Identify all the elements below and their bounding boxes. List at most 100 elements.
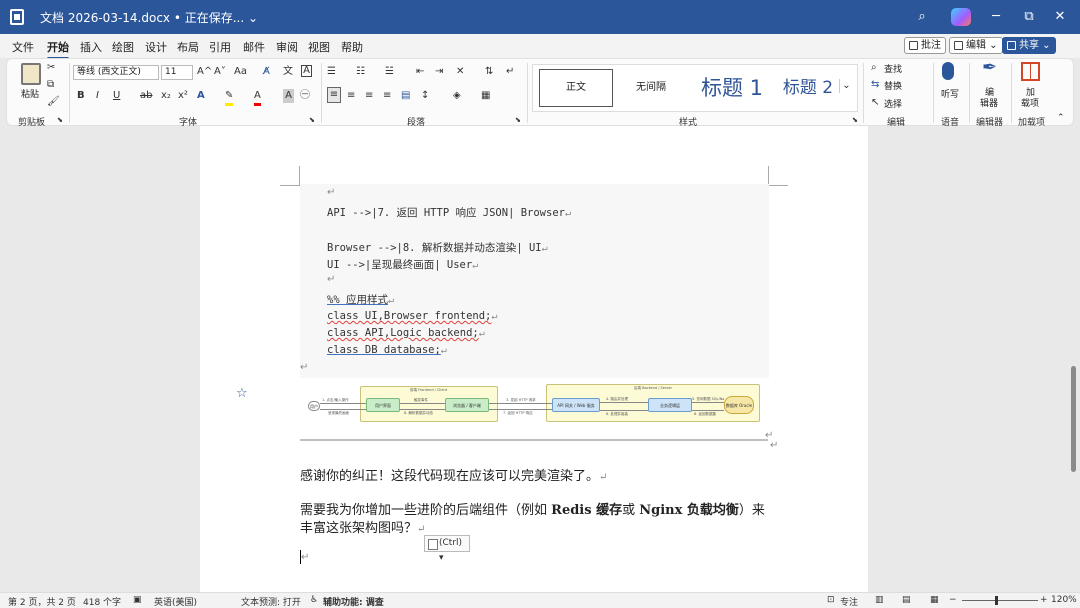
style-heading-1[interactable]: 标题 1 [689,65,775,111]
tab-help[interactable]: 帮助 [341,39,363,55]
zoom-in-button[interactable]: + [1040,595,1048,605]
italic-button[interactable]: I [96,89,99,103]
select-icon[interactable]: ↖ [871,96,879,110]
scrollbar-thumb[interactable] [1071,366,1076,472]
focus-mode[interactable]: 专注 [840,595,858,608]
text-prediction[interactable]: 文本预测: 打开 [241,595,301,608]
show-marks-icon[interactable]: ↵ [506,65,514,79]
font-color-icon[interactable]: A [254,89,261,106]
tab-mailings[interactable]: 邮件 [243,39,265,55]
clear-format-icon[interactable]: A̸ [263,65,270,79]
accessibility-status[interactable]: 辅助功能: 调查 [323,595,384,608]
collapse-ribbon-icon[interactable]: ⌃ [1057,111,1065,125]
accessibility-icon[interactable]: ♿ [310,595,318,605]
char-border-icon[interactable]: A [301,65,312,77]
page-count[interactable]: 第 2 页，共 2 页 [8,595,76,608]
copilot-icon[interactable] [951,8,971,26]
numbering-icon[interactable]: ☷ [356,65,365,79]
paragraph-question[interactable]: 需要我为你增加一些进阶的后端组件（例如 Redis 缓存或 Nginx 负载均衡… [300,499,765,518]
editor-button-line2[interactable]: 辑器 [980,96,998,109]
zoom-out-button[interactable]: − [949,595,957,605]
font-launcher-icon[interactable]: ⬊ [309,113,315,127]
paste-label[interactable]: 粘贴 [21,87,39,100]
highlight-icon[interactable]: ✎ [225,89,234,106]
tab-draw[interactable]: 绘图 [112,39,134,55]
code-block[interactable]: ↵ API -->|7. 返回 HTTP 响应 JSON| Browser↵ B… [300,184,769,378]
close-button[interactable]: ✕ [1049,6,1071,28]
sort-icon[interactable]: ⇅ [485,65,493,79]
zoom-slider[interactable] [962,600,1038,601]
decrease-indent-icon[interactable]: ⇤ [416,65,424,79]
strikethrough-button[interactable]: ab [140,89,152,103]
asian-layout-icon[interactable]: ✕ [456,65,464,79]
paragraph-launcher-icon[interactable]: ⬊ [515,113,521,127]
multilevel-list-icon[interactable]: ☱ [385,65,394,79]
phonetic-guide-icon[interactable]: 文 [283,65,293,79]
editor-icon[interactable]: ✒ [982,59,997,77]
tab-view[interactable]: 视图 [308,39,330,55]
focus-icon[interactable]: ⊡ [827,595,835,605]
select-button[interactable]: 选择 [884,97,902,110]
microphone-icon[interactable] [942,62,954,80]
add-ins-button-line2[interactable]: 载项 [1021,96,1039,109]
tab-home[interactable]: 开始 [47,39,69,60]
pin-icon[interactable]: ☆ [236,386,248,401]
underline-button[interactable]: U [113,89,120,103]
replace-icon[interactable]: ⇆ [871,78,879,92]
replace-button[interactable]: 替换 [884,79,902,92]
styles-more-icon[interactable]: ⌄ [839,79,853,93]
increase-indent-icon[interactable]: ⇥ [435,65,443,79]
architecture-diagram-image[interactable]: 用户 前端 Frontend / Client 用户界面 浏览器 / 客户端 后… [300,380,768,436]
bold-button[interactable]: B [77,89,85,103]
font-name-box[interactable]: 等线 (西文正文) [73,65,159,80]
distributed-button[interactable]: ▤ [401,89,410,103]
search-icon[interactable]: ⌕ [911,6,933,28]
align-left-button[interactable]: ≡ [327,87,341,103]
add-ins-icon[interactable] [1021,62,1040,81]
align-center-button[interactable]: ≡ [347,89,355,103]
styles-launcher-icon[interactable]: ⬊ [852,113,858,127]
style-heading-2[interactable]: 标题 2 [775,65,841,111]
clipboard-launcher-icon[interactable]: ⬊ [57,113,63,127]
align-right-button[interactable]: ≡ [365,89,373,103]
line-spacing-icon[interactable]: ↕ [421,89,429,103]
share-button[interactable]: 共享 ⌄ [1002,37,1056,54]
print-layout-icon[interactable]: ▤ [902,595,911,605]
tab-layout[interactable]: 布局 [177,39,199,55]
subscript-button[interactable]: x₂ [161,89,171,103]
zoom-level[interactable]: 120% [1051,595,1077,605]
tab-file[interactable]: 文件 [12,39,34,55]
style-no-spacing[interactable]: 无间隔 [619,65,683,111]
tab-design[interactable]: 设计 [145,39,167,55]
read-mode-icon[interactable]: ▥ [875,595,884,605]
shading-icon[interactable]: ◈ [453,89,461,103]
find-icon[interactable]: ⌕ [871,61,877,75]
comments-button[interactable]: 批注 [904,37,946,54]
shrink-font-icon[interactable]: A˅ [214,65,226,79]
bullets-icon[interactable]: ☰ [327,65,336,79]
tab-references[interactable]: 引用 [209,39,231,55]
document-title[interactable]: 文档 2026-03-14.docx • 正在保存... ⌄ [40,9,258,26]
dictate-button[interactable]: 听写 [941,87,959,100]
enclose-char-icon[interactable]: ㊀ [300,89,310,103]
cut-icon[interactable]: ✂ [47,61,55,75]
style-normal[interactable]: 正文 [539,69,613,107]
word-count[interactable]: 418 个字 [83,595,121,608]
tab-review[interactable]: 审阅 [276,39,298,55]
change-case-icon[interactable]: Aa [234,65,247,79]
superscript-button[interactable]: x² [178,89,188,103]
grow-font-icon[interactable]: A^ [197,65,212,79]
justify-button[interactable]: ≡ [383,89,391,103]
paste-icon[interactable] [21,63,41,85]
proofing-icon[interactable]: ▣ [133,595,142,605]
paste-options-button[interactable]: (Ctrl) ▾ [424,535,470,563]
find-button[interactable]: 查找 [884,62,902,75]
web-layout-icon[interactable]: ▦ [930,595,939,605]
language[interactable]: 英语(美国) [154,595,197,608]
minimize-button[interactable]: ─ [985,6,1007,28]
borders-icon[interactable]: ▦ [481,89,490,103]
copy-icon[interactable]: ⧉ [47,78,54,92]
tab-insert[interactable]: 插入 [80,39,102,55]
text-effects-icon[interactable]: A [197,89,205,103]
font-size-box[interactable]: 11 [161,65,193,80]
